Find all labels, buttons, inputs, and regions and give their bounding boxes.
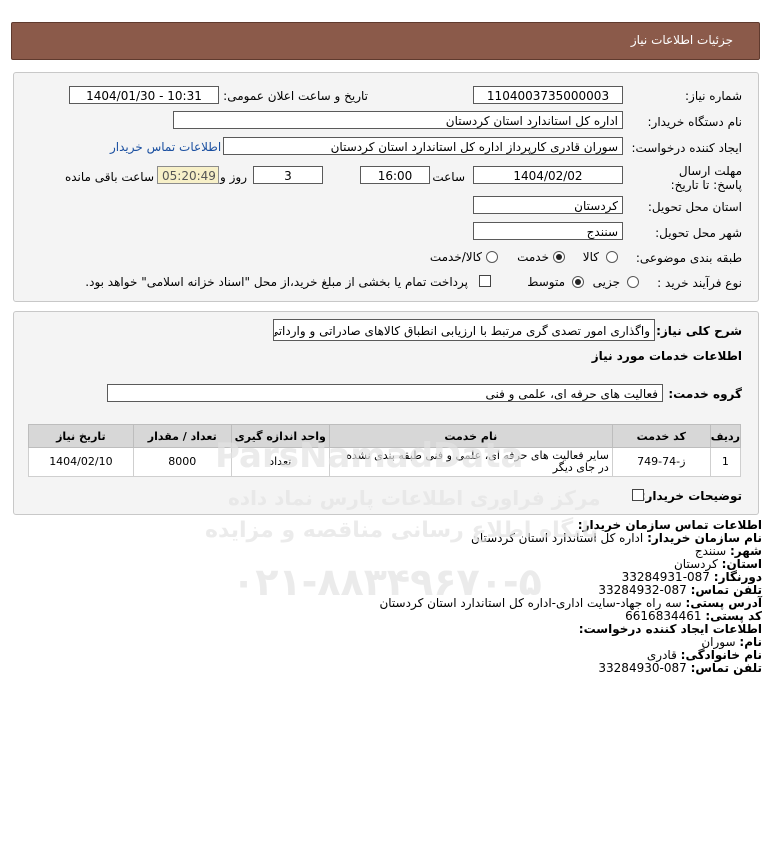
unit-cell: تعداد [230,447,330,477]
services-table: ردیف کد خدمت نام خدمت واحد اندازه گیری ت… [28,424,742,477]
creator-phone-value: 087-33284930 [598,661,687,675]
category-label: طبقه بندی موضوعی: [635,251,742,265]
col-unit: واحد اندازه گیری [230,424,330,448]
buyer-org-label: نام دستگاه خریدار: [647,115,743,129]
service-code-cell: ز-74-749 [611,447,711,477]
col-quantity: تعداد / مقدار [132,424,232,448]
days-label: روز و [220,170,247,184]
first-name-value: سوران [701,635,736,649]
process-medium-radio[interactable] [572,276,584,288]
buyer-org-field: اداره کل استاندارد استان کردستان [173,111,623,129]
need-number-label: شماره نیاز: [685,89,742,103]
category-goods-service-label: کالا/خدمت [429,250,482,264]
creator-label: ایجاد کننده درخواست: [631,141,742,155]
last-name-label: نام خانوادگی: [680,648,762,662]
announce-date-label: تاریخ و ساعت اعلان عمومی: [223,89,368,103]
buyer-notes-checkbox[interactable] [632,489,644,501]
contact-city-value: سنندج [694,544,727,558]
need-info-panel [13,72,759,302]
province-field: کردستان [473,196,623,214]
process-minor-radio[interactable] [627,276,639,288]
service-group-label: گروه خدمت: [668,387,742,401]
need-details-panel [13,311,759,515]
category-service-label: خدمت [517,250,549,264]
creator-phone-row: تلفن تماس: 087-33284930 [379,662,762,675]
col-need-date: تاریخ نیاز [28,424,134,448]
fax-label: دورنگار: [713,570,762,584]
need-number-field: 1104003735000003 [473,86,623,104]
summary-label: شرح کلی نیاز: [656,324,742,338]
deadline-label: مهلت ارسال پاسخ: تا تاریخ: [670,164,742,192]
col-row-number: ردیف [709,424,742,448]
contact-section: اطلاعات تماس سازمان خریدار: نام سازمان خ… [379,519,762,675]
creator-phone-label: تلفن تماس: [690,661,762,675]
row-number-cell: 1 [709,447,742,477]
category-service-radio[interactable] [553,251,565,263]
category-goods-label: کالا [582,250,599,264]
buyer-contact-link[interactable]: اطلاعات تماس خریدار [110,140,221,154]
col-service-name: نام خدمت [328,424,613,448]
postal-value: 6616834461 [625,609,702,623]
col-service-code: کد خدمت [611,424,711,448]
contact-province-value: کردستان [673,557,718,571]
service-name-cell: سایر فعالیت های حرفه ای، علمی و فنی طبقه… [328,447,613,477]
city-label: شهر محل تحویل: [655,226,742,240]
remaining-label: ساعت باقی مانده [64,170,154,184]
last-name-value: قادری [646,648,677,662]
process-medium-label: متوسط [527,275,565,289]
treasury-payment-note: پرداخت تمام یا بخشی از مبلغ خرید،از محل … [85,275,468,289]
process-minor-label: جزیی [592,275,620,289]
org-name-label: نام سازمان خریدار: [647,531,762,545]
first-name-label: نام: [739,635,762,649]
process-label: نوع فرآیند خرید : [657,276,742,290]
phone-value: 087-33284932 [598,583,687,597]
remaining-time-field: 05:20:49 [157,166,219,184]
category-goods-service-radio[interactable] [486,251,498,263]
org-name-value: اداره کل استاندارد استان کردستان [471,531,644,545]
announce-date-field: 1404/01/30 - 10:31 [69,86,219,104]
address-value: سه راه جهاد-سایت اداری-اداره کل استاندار… [379,596,682,610]
city-field: سنندج [473,222,623,240]
service-group-field: فعالیت های حرفه ای، علمی و فنی [107,384,663,402]
buyer-notes-label: توضیحات خریدار: [640,489,742,503]
quantity-cell: 8000 [132,447,232,477]
need-date-cell: 1404/02/10 [28,447,134,477]
services-heading: اطلاعات خدمات مورد نیاز [591,349,742,363]
contact-city-label: شهر: [730,544,762,558]
category-goods-radio[interactable] [606,251,618,263]
summary-field: واگذاری امور تصدی گری مرتبط با ارزیابی ا… [273,319,655,341]
treasury-payment-checkbox[interactable] [479,275,491,287]
fax-value: 087-33284931 [621,570,710,584]
deadline-time-label: ساعت [432,170,465,184]
phone-label: تلفن تماس: [690,583,762,597]
creator-field: سوران قادری کارپرداز اداره کل استاندارد … [223,137,623,155]
postal-label: کد پستی: [705,609,762,623]
page-header: جزئیات اطلاعات نیاز [11,22,760,60]
contact-province-label: استان: [721,557,762,571]
services-table-header: ردیف کد خدمت نام خدمت واحد اندازه گیری ت… [28,424,742,448]
deadline-date-field: 1404/02/02 [473,166,623,184]
table-row: 1 ز-74-749 سایر فعالیت های حرفه ای، علمی… [28,447,742,477]
deadline-time-field: 16:00 [360,166,430,184]
province-label: استان محل تحویل: [647,200,742,214]
days-field: 3 [253,166,323,184]
page-title: جزئیات اطلاعات نیاز [630,33,733,47]
address-label: آدرس پستی: [685,596,762,610]
